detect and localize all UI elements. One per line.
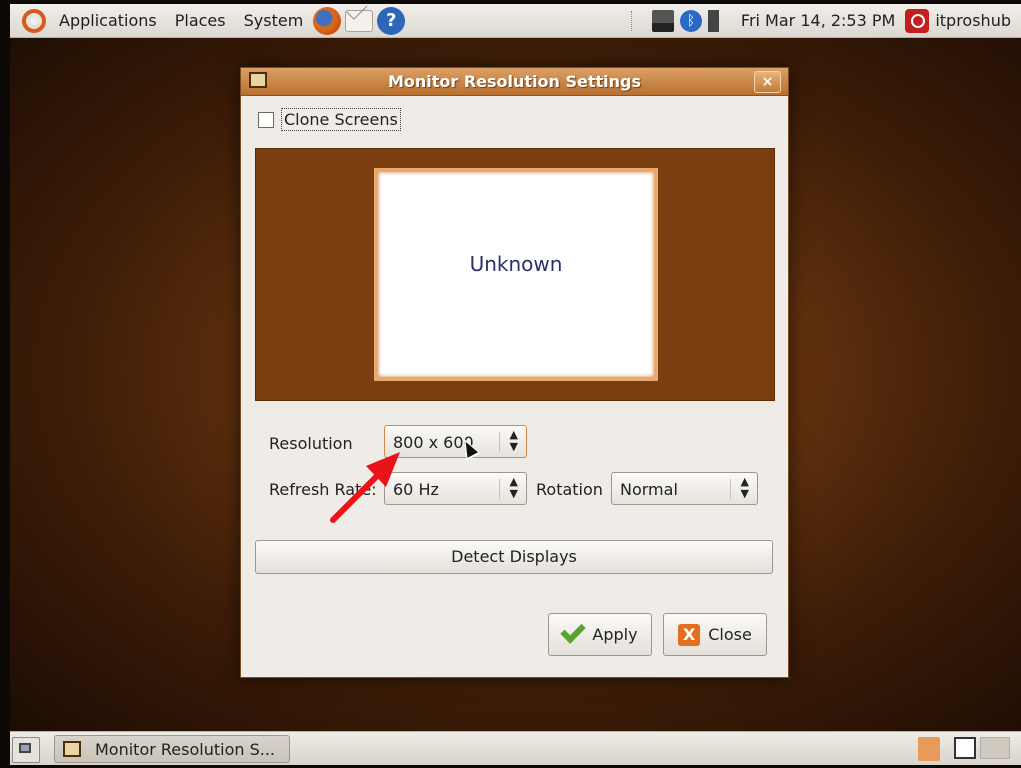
clone-screens-option[interactable]: Clone Screens — [258, 108, 401, 131]
bottom-panel: Monitor Resolution S... — [10, 731, 1021, 765]
menu-system[interactable]: System — [235, 4, 313, 37]
bluetooth-icon[interactable]: ᛒ — [679, 9, 702, 32]
network-icon[interactable] — [651, 9, 674, 32]
updown-arrow-icon: ▲ ▼ — [509, 428, 518, 453]
trash-icon[interactable] — [918, 737, 940, 761]
taskbar-window-label: Monitor Resolution S... — [95, 739, 276, 759]
resolution-select[interactable]: 800 x 600 ▲ ▼ — [384, 425, 527, 458]
ubuntu-logo-icon[interactable] — [22, 8, 46, 33]
dialog-title: Monitor Resolution Settings — [387, 72, 642, 91]
clock[interactable]: Fri Mar 14, 2:53 PM — [735, 11, 903, 30]
monitor-resolution-dialog: Monitor Resolution Settings × Clone Scre… — [240, 67, 789, 678]
menu-applications[interactable]: Applications — [50, 4, 166, 37]
panel-tray: ᛒ Fri Mar 14, 2:53 PM itproshub — [630, 4, 1021, 37]
rotation-select[interactable]: Normal ▲ ▼ — [611, 472, 758, 505]
tray-separator — [630, 10, 635, 31]
dialog-titlebar[interactable]: Monitor Resolution Settings × — [241, 68, 788, 96]
main-menu: Applications Places System — [50, 4, 312, 37]
taskbar-window-button[interactable]: Monitor Resolution S... — [54, 735, 290, 763]
combo-separator — [499, 479, 500, 499]
checkmark-icon — [560, 617, 587, 644]
refresh-rate-value: 60 Hz — [393, 480, 439, 499]
help-icon[interactable]: ? — [377, 6, 406, 35]
display-icon — [63, 741, 81, 757]
volume-icon[interactable] — [707, 9, 732, 32]
detect-displays-button[interactable]: Detect Displays — [255, 540, 773, 574]
resolution-label: Resolution — [269, 434, 353, 453]
monitor-preview[interactable]: Unknown — [374, 168, 658, 381]
top-panel: Applications Places System ? ᛒ Fri Mar 1… — [10, 4, 1021, 38]
firefox-icon[interactable] — [313, 6, 342, 35]
workspace-switcher[interactable] — [980, 737, 1010, 759]
monitor-name: Unknown — [469, 252, 563, 276]
menu-places[interactable]: Places — [166, 4, 235, 37]
combo-separator — [499, 432, 500, 452]
close-icon: X — [678, 623, 701, 646]
close-button[interactable]: X Close — [663, 613, 767, 656]
apply-button[interactable]: Apply — [548, 613, 652, 656]
window-close-button[interactable]: × — [754, 71, 781, 93]
updown-arrow-icon: ▲ ▼ — [740, 475, 749, 500]
power-icon[interactable] — [905, 8, 930, 33]
workspace-icon[interactable] — [954, 737, 976, 759]
clone-screens-checkbox[interactable] — [258, 111, 274, 128]
mail-icon[interactable] — [345, 9, 374, 32]
apply-button-label: Apply — [592, 625, 638, 644]
rotation-value: Normal — [620, 480, 678, 499]
close-button-label: Close — [708, 625, 752, 644]
refresh-rate-select[interactable]: 60 Hz ▲ ▼ — [384, 472, 527, 505]
monitor-layout-area: Unknown — [255, 148, 775, 401]
rotation-label: Rotation — [536, 480, 603, 499]
username[interactable]: itproshub — [935, 11, 1021, 30]
combo-separator — [730, 479, 731, 499]
refresh-rate-label: Refresh Rate: — [269, 480, 377, 499]
show-desktop-button[interactable] — [12, 737, 40, 763]
updown-arrow-icon: ▲ ▼ — [509, 475, 518, 500]
clone-screens-label[interactable]: Clone Screens — [281, 108, 401, 131]
